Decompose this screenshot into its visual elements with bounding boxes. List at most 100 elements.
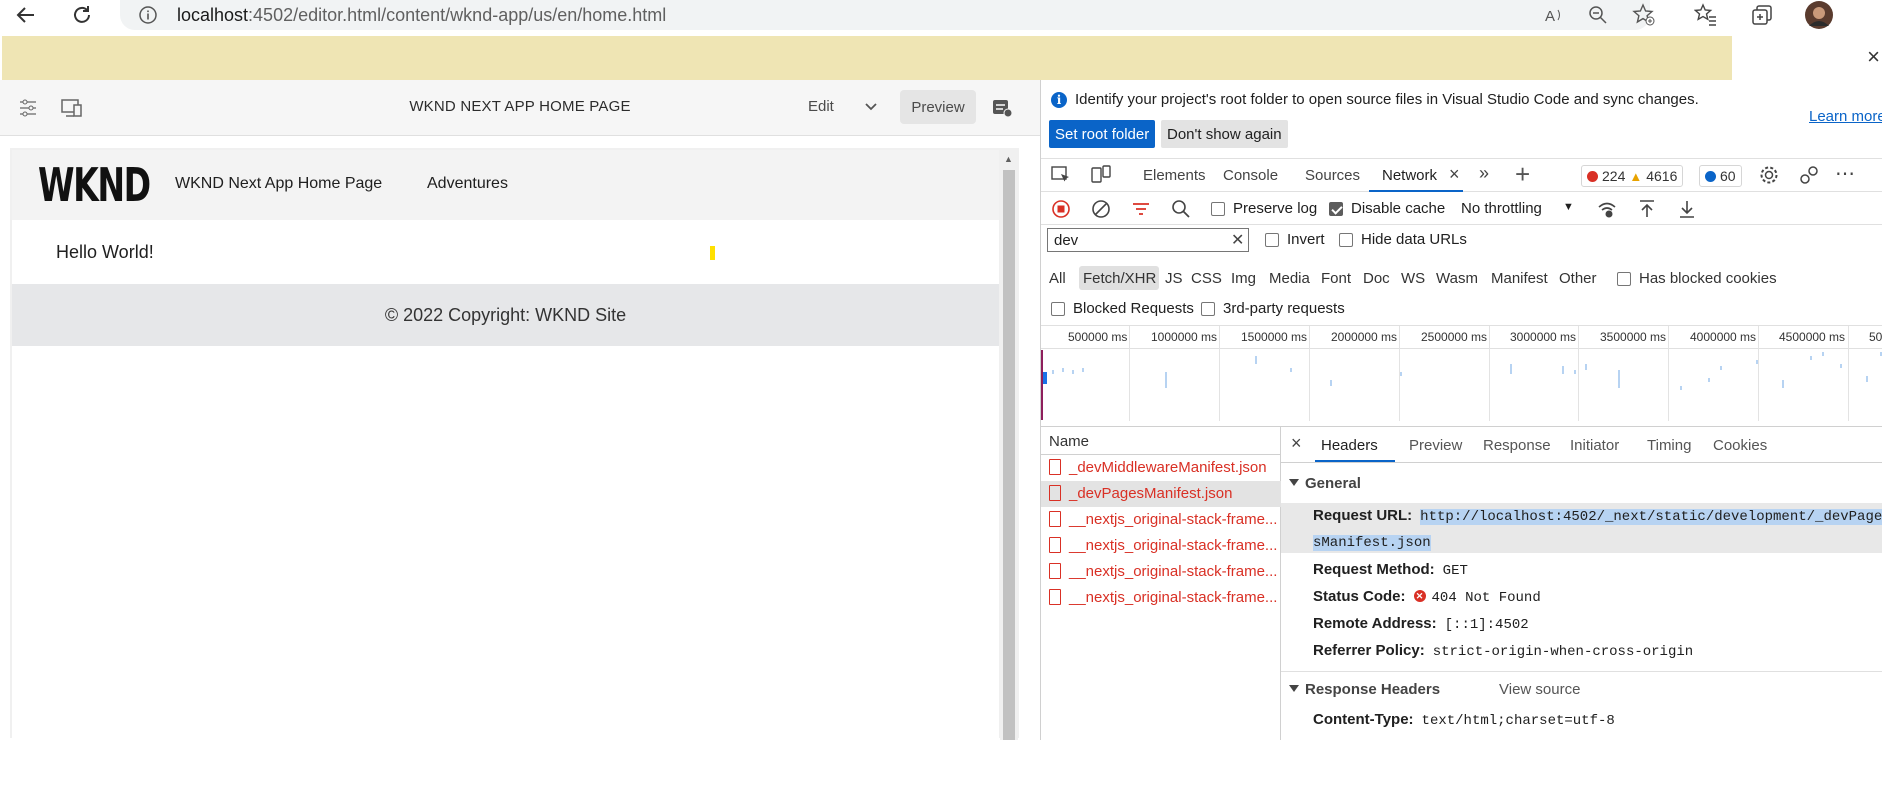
- record-stop-icon[interactable]: [1049, 197, 1073, 221]
- general-section-title: General: [1305, 475, 1361, 492]
- third-party-label: 3rd-party requests: [1223, 300, 1345, 317]
- request-row[interactable]: __nextjs_original-stack-frame...: [1041, 559, 1281, 585]
- request-url-value-line2[interactable]: sManifest.json: [1313, 535, 1431, 551]
- tab-response[interactable]: Response: [1483, 437, 1551, 454]
- device-toolbar-icon[interactable]: [1089, 163, 1113, 187]
- more-tabs-icon[interactable]: »: [1479, 163, 1489, 184]
- nav-item-home[interactable]: WKND Next App Home Page: [175, 175, 382, 193]
- response-headers-toggle[interactable]: Response Headers: [1289, 681, 1440, 698]
- filter-type-media[interactable]: Media: [1269, 270, 1310, 287]
- filter-row: ✕ Invert Hide data URLs: [1041, 226, 1882, 254]
- filter-icon[interactable]: [1129, 197, 1153, 221]
- favorites-icon[interactable]: [1694, 3, 1718, 27]
- profile-avatar[interactable]: [1804, 0, 1834, 30]
- hide-data-urls-checkbox[interactable]: [1339, 233, 1353, 247]
- back-arrow-icon[interactable]: [14, 3, 38, 27]
- tab-network[interactable]: Network: [1382, 167, 1437, 184]
- connect-icon[interactable]: [1797, 163, 1821, 187]
- annotations-icon[interactable]: [990, 96, 1014, 120]
- timeline-ruler: 500000 ms 1000000 ms 1500000 ms 2000000 …: [1041, 325, 1882, 421]
- request-row[interactable]: __nextjs_original-stack-frame...: [1041, 585, 1281, 611]
- preview-button[interactable]: Preview: [900, 90, 976, 124]
- close-details-icon[interactable]: ×: [1291, 433, 1302, 454]
- filter-type-font[interactable]: Font: [1321, 270, 1351, 287]
- tab-console[interactable]: Console: [1223, 167, 1278, 184]
- infobar-close-icon[interactable]: ×: [1867, 44, 1880, 70]
- filter-type-ws[interactable]: WS: [1401, 270, 1425, 287]
- site-logo[interactable]: WKND: [38, 158, 151, 212]
- export-har-icon[interactable]: [1675, 197, 1699, 221]
- filter-type-js[interactable]: JS: [1165, 270, 1183, 287]
- remote-address-label: Remote Address:: [1313, 615, 1437, 632]
- network-conditions-icon[interactable]: [1595, 197, 1619, 221]
- zoom-out-icon[interactable]: [1586, 3, 1610, 27]
- learn-more-link[interactable]: Learn more: [1809, 108, 1882, 125]
- name-column-header[interactable]: Name: [1041, 427, 1281, 455]
- preserve-log-checkbox[interactable]: [1211, 202, 1225, 216]
- chevron-down-icon[interactable]: [864, 100, 878, 119]
- collections-icon[interactable]: [1750, 3, 1774, 27]
- site-info-icon[interactable]: [136, 3, 160, 27]
- close-tab-icon[interactable]: ×: [1449, 164, 1460, 185]
- has-blocked-cookies-checkbox[interactable]: [1617, 272, 1631, 286]
- blocked-requests-checkbox[interactable]: [1051, 302, 1065, 316]
- filter-type-manifest[interactable]: Manifest: [1491, 270, 1548, 287]
- disable-cache-checkbox[interactable]: [1329, 202, 1343, 216]
- set-root-folder-button[interactable]: Set root folder: [1049, 120, 1156, 148]
- request-row[interactable]: __nextjs_original-stack-frame...: [1041, 507, 1281, 533]
- read-aloud-icon[interactable]: A: [1542, 3, 1566, 27]
- caret-down-icon[interactable]: ▼: [1563, 201, 1574, 213]
- filter-type-doc[interactable]: Doc: [1363, 270, 1390, 287]
- tab-timing[interactable]: Timing: [1647, 437, 1691, 454]
- message-count: 60: [1720, 168, 1736, 184]
- filter-type-img[interactable]: Img: [1231, 270, 1256, 287]
- filter-type-all[interactable]: All: [1049, 270, 1066, 287]
- inspect-element-icon[interactable]: [1049, 163, 1073, 187]
- request-row[interactable]: _devMiddlewareManifest.json: [1041, 455, 1281, 481]
- filter-type-wasm[interactable]: Wasm: [1436, 270, 1478, 287]
- filter-type-css[interactable]: CSS: [1191, 270, 1222, 287]
- general-section-toggle[interactable]: General: [1289, 475, 1361, 492]
- url-text[interactable]: localhost:4502/editor.html/content/wknd-…: [177, 5, 666, 26]
- settings-gear-icon[interactable]: [1757, 163, 1781, 187]
- invert-checkbox[interactable]: [1265, 233, 1279, 247]
- tab-headers[interactable]: Headers: [1321, 437, 1378, 454]
- dont-show-again-button[interactable]: Don't show again: [1161, 120, 1288, 148]
- view-source-link[interactable]: View source: [1499, 681, 1580, 698]
- tab-preview[interactable]: Preview: [1409, 437, 1462, 454]
- request-row-selected[interactable]: _devPagesManifest.json: [1041, 481, 1281, 507]
- request-url-value-line1[interactable]: http://localhost:4502/_next/static/devel…: [1420, 509, 1882, 525]
- clear-filter-icon[interactable]: ✕: [1231, 230, 1244, 250]
- mode-select[interactable]: Edit: [808, 98, 834, 115]
- filter-type-fetch-xhr[interactable]: Fetch/XHR: [1083, 270, 1156, 287]
- timeline-tick: 4500000 ms: [1779, 330, 1846, 344]
- filter-input[interactable]: [1047, 228, 1249, 252]
- request-row[interactable]: __nextjs_original-stack-frame...: [1041, 533, 1281, 559]
- add-tab-icon[interactable]: +: [1515, 159, 1530, 190]
- search-icon[interactable]: [1169, 197, 1193, 221]
- add-favorite-icon[interactable]: [1632, 3, 1656, 27]
- scrollbar-thumb[interactable]: [1003, 170, 1015, 740]
- timeline-overview[interactable]: [1041, 350, 1882, 420]
- content-type-label: Content-Type:: [1313, 711, 1414, 728]
- tab-sources[interactable]: Sources: [1305, 167, 1360, 184]
- clear-icon[interactable]: [1089, 197, 1113, 221]
- third-party-checkbox[interactable]: [1201, 302, 1215, 316]
- tab-elements[interactable]: Elements: [1143, 167, 1206, 184]
- tab-cookies[interactable]: Cookies: [1713, 437, 1767, 454]
- text-cursor-marker: [710, 246, 715, 260]
- editor-scrollbar[interactable]: ▲: [1000, 150, 1018, 740]
- more-options-icon[interactable]: ⋯: [1835, 161, 1855, 186]
- messages-counter[interactable]: 60: [1699, 165, 1742, 187]
- tab-initiator[interactable]: Initiator: [1570, 437, 1619, 454]
- scroll-up-icon[interactable]: ▲: [1004, 154, 1013, 164]
- throttling-select[interactable]: No throttling: [1461, 200, 1542, 217]
- nav-item-adventures[interactable]: Adventures: [427, 175, 508, 193]
- reload-icon[interactable]: [70, 3, 94, 27]
- warning-icon: ▲: [1629, 168, 1643, 184]
- import-har-icon[interactable]: [1635, 197, 1659, 221]
- request-name: __nextjs_original-stack-frame...: [1069, 537, 1278, 554]
- issues-counter[interactable]: 224 ▲ 4616: [1581, 165, 1684, 187]
- timeline-tick: 1500000 ms: [1241, 330, 1308, 344]
- filter-type-other[interactable]: Other: [1559, 270, 1597, 287]
